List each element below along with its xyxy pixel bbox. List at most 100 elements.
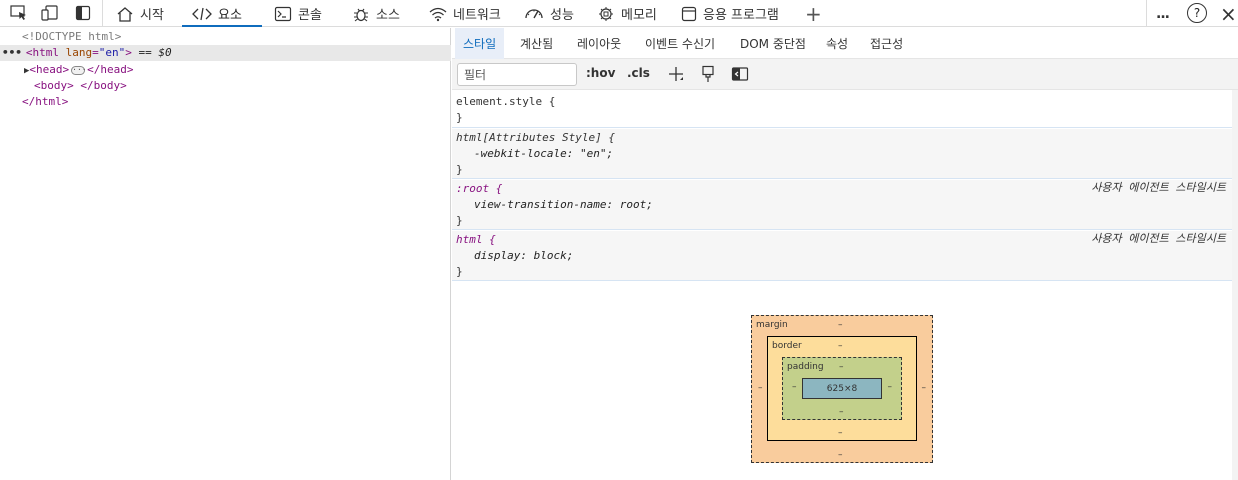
padding-label: padding: [787, 362, 824, 372]
new-style-rule-icon[interactable]: [667, 65, 685, 83]
dom-node-body[interactable]: <body> </body>: [0, 78, 451, 94]
subtab-layout[interactable]: 레이아웃: [569, 28, 629, 59]
toolbar-divider: [102, 0, 103, 27]
head-close-tag: </head>: [87, 63, 134, 76]
body-close-tag: </body>: [80, 79, 127, 92]
html-close-tag: </html>: [22, 95, 69, 108]
margin-left-value[interactable]: –: [758, 383, 763, 393]
style-rule-root: :root { view-transition-name: root; } 사용…: [452, 180, 1232, 230]
border-bottom-value[interactable]: –: [838, 428, 843, 438]
tab-console[interactable]: 콘솔: [274, 0, 322, 27]
help-button[interactable]: ?: [1187, 3, 1207, 23]
tab-console-label: 콘솔: [298, 8, 322, 23]
paint-brush-icon[interactable]: [699, 65, 717, 83]
tab-elements[interactable]: 요소: [182, 0, 262, 27]
tab-network[interactable]: 네트워크: [429, 0, 501, 27]
style-declaration[interactable]: view-transition-name: root;: [456, 197, 1232, 213]
style-rule-element-style: element.style { }: [452, 92, 1232, 128]
padding-right-value[interactable]: –: [888, 382, 893, 392]
gauge-icon: [525, 8, 543, 18]
inspect-element-icon[interactable]: [9, 4, 29, 22]
dom-node-doctype[interactable]: <!DOCTYPE html>: [0, 29, 451, 45]
app-window-icon: [681, 6, 697, 21]
border-top-value[interactable]: –: [838, 341, 843, 351]
subtab-accessibility[interactable]: 접근성: [862, 28, 911, 59]
selected-marker: == $0: [138, 46, 172, 59]
property-value: root;: [619, 198, 653, 211]
close-devtools-button[interactable]: ×: [1220, 0, 1237, 27]
dom-node-head[interactable]: ▶<head> ···</head>: [0, 62, 451, 78]
add-tab-label: +: [805, 1, 822, 26]
margin-right-value[interactable]: –: [922, 383, 927, 393]
rule-selector[interactable]: html[Attributes Style] {: [456, 130, 1232, 146]
add-tab-button[interactable]: +: [805, 0, 822, 27]
tab-home[interactable]: 시작: [116, 0, 164, 27]
padding-top-value[interactable]: –: [839, 362, 844, 372]
tab-application[interactable]: 응용 프로그램: [681, 0, 779, 27]
rule-close-brace: }: [456, 214, 463, 227]
property-colon: :: [606, 198, 614, 211]
subtab-styles[interactable]: 스타일: [455, 28, 505, 59]
tab-memory[interactable]: 메모리: [597, 0, 657, 27]
subtab-computed-label: 계산됨: [520, 37, 554, 51]
subtab-layout-label: 레이아웃: [577, 37, 622, 51]
close-icon: ×: [1220, 1, 1237, 26]
node-actions-ellipsis[interactable]: •••: [2, 46, 22, 59]
more-options-icon: ...: [1156, 5, 1170, 22]
styles-filter-input[interactable]: [457, 63, 577, 86]
subtab-event-listeners[interactable]: 이벤트 수신기: [637, 28, 723, 59]
padding-bottom-value[interactable]: –: [839, 407, 844, 417]
rule-close-brace: }: [456, 265, 463, 278]
rule-origin: 사용자 에이전트 스타일시트: [1091, 181, 1226, 194]
box-model-content[interactable]: 625×8: [802, 378, 882, 399]
content-size: 625×8: [826, 383, 858, 394]
tab-performance[interactable]: 성능: [524, 0, 574, 27]
rule-selector[interactable]: element.style {: [456, 94, 1232, 110]
property-value: "en";: [579, 147, 614, 160]
hover-state-button[interactable]: :hov: [586, 66, 615, 80]
html-close-bracket: >: [125, 46, 132, 59]
body-open-tag: <body>: [34, 79, 74, 92]
property-name: display: [474, 249, 521, 262]
margin-top-value[interactable]: –: [838, 320, 843, 330]
property-value: block;: [533, 249, 574, 262]
subtab-dom-breakpoints[interactable]: DOM 중단점: [732, 28, 814, 59]
style-rule-html-attributes: html[Attributes Style] { -webkit-locale:…: [452, 129, 1232, 179]
toggle-sidebar-icon[interactable]: [731, 65, 749, 83]
property-colon: :: [520, 249, 527, 262]
dom-node-html[interactable]: ••• <html lang="en"> == $0: [0, 45, 451, 61]
chip-icon: [599, 6, 613, 21]
style-declaration[interactable]: -webkit-locale: "en";: [456, 146, 1232, 162]
dom-node-html-close[interactable]: </html>: [0, 94, 451, 110]
home-icon: [117, 6, 133, 22]
property-colon: :: [566, 147, 574, 160]
property-name: -webkit-locale: [474, 147, 567, 160]
subtab-properties-label: 속성: [826, 37, 849, 51]
tab-home-label: 시작: [140, 8, 164, 23]
style-declaration[interactable]: display: block;: [456, 248, 1232, 264]
subtab-properties[interactable]: 속성: [818, 28, 856, 59]
border-label: border: [772, 341, 802, 351]
margin-label: margin: [756, 320, 788, 330]
subtab-styles-label: 스타일: [463, 37, 497, 51]
tab-sources[interactable]: 소스: [352, 0, 400, 27]
wifi-icon: [429, 7, 447, 21]
padding-left-value[interactable]: –: [792, 382, 797, 392]
devtools-toolbar: 시작 요소 콘솔 소스 네트워크 성능 메모리 응용 프로그램 + ... ? …: [0, 0, 1238, 27]
device-emulation-icon[interactable]: [40, 4, 60, 22]
head-open-tag: <head>: [29, 63, 70, 76]
more-options-button[interactable]: ...: [1156, 0, 1170, 27]
tab-application-label: 응용 프로그램: [703, 8, 779, 23]
styles-scrollbar[interactable]: [1232, 90, 1238, 480]
help-icon: ?: [1193, 6, 1201, 20]
tab-sources-label: 소스: [376, 8, 400, 23]
styles-panel: 스타일 계산됨 레이아웃 이벤트 수신기 DOM 중단점 속성 접근성 :hov…: [452, 28, 1238, 480]
subtab-computed[interactable]: 계산됨: [512, 28, 561, 59]
subtab-event-listeners-label: 이벤트 수신기: [645, 37, 716, 51]
dock-panel-icon[interactable]: [73, 4, 93, 22]
collapsed-ellipsis-icon[interactable]: ···: [71, 65, 87, 75]
bug-icon: [354, 8, 368, 21]
class-toggle-button[interactable]: .cls: [627, 66, 650, 80]
margin-bottom-value[interactable]: –: [838, 450, 843, 460]
rule-close-brace: }: [456, 163, 463, 176]
